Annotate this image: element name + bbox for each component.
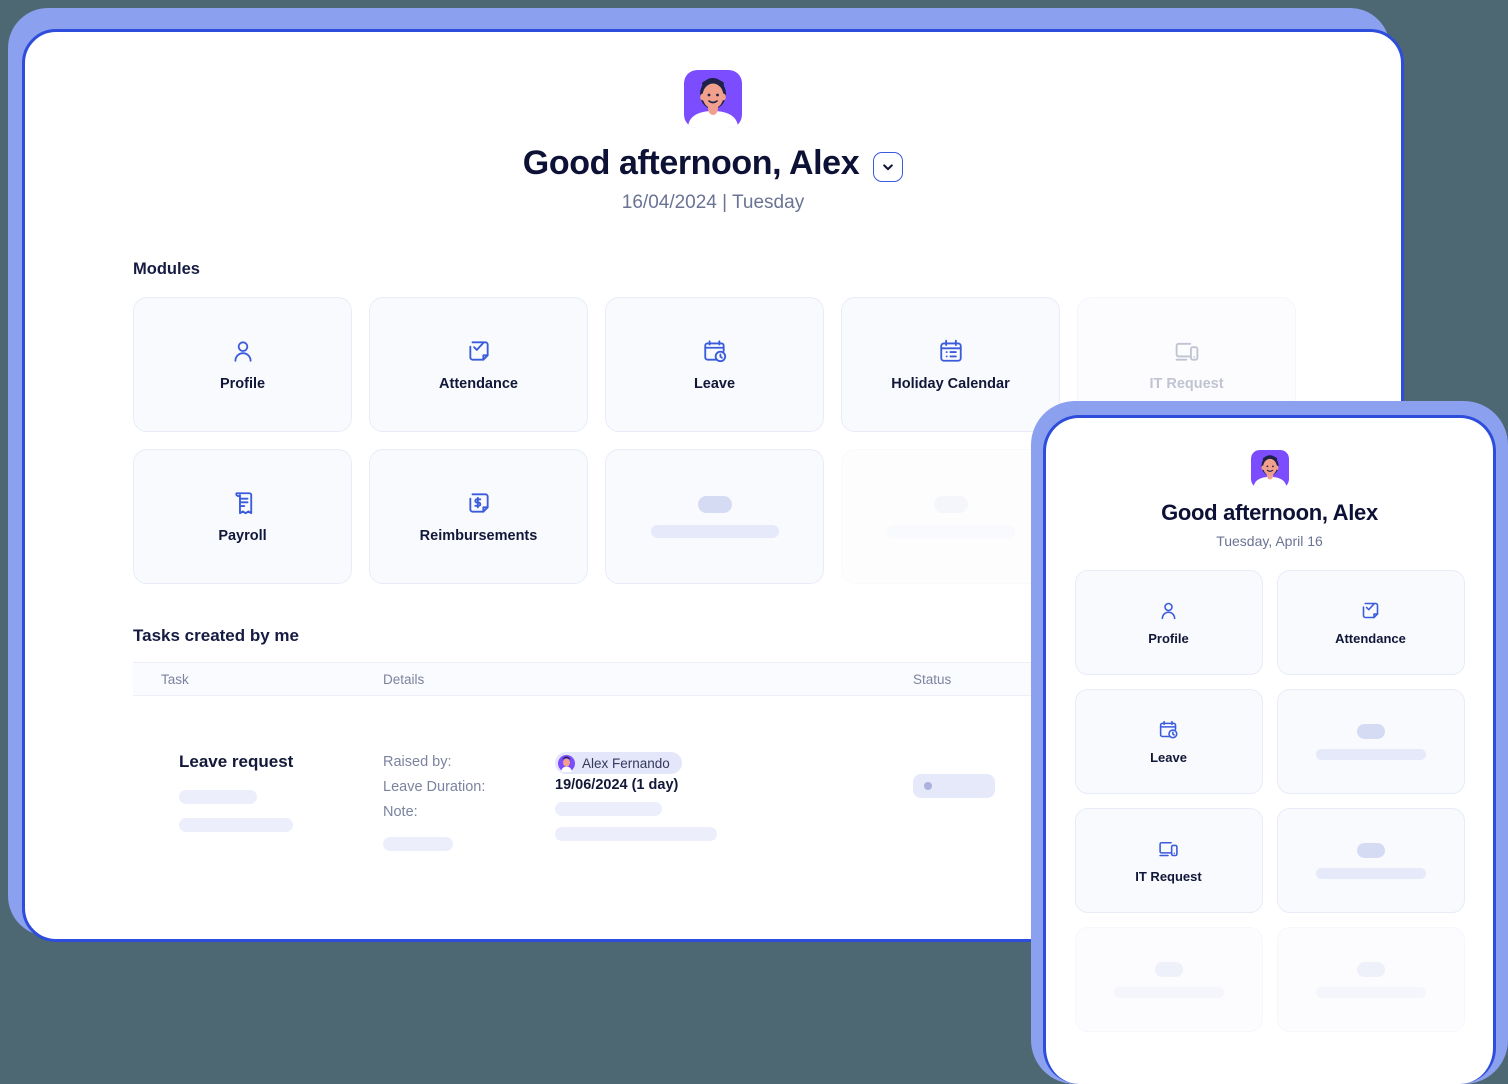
skeleton-label-placeholder [1315,748,1426,760]
module-label: IT Request [1149,375,1224,392]
chevron-down-icon [881,160,895,174]
task-title: Leave request [179,752,294,771]
receipt-dollar-icon [466,490,492,516]
header-date: 16/04/2024 | Tuesday [621,192,805,213]
module-label: Profile [1148,630,1189,646]
module-card-profile[interactable]: Profile [133,297,352,432]
status-dot-icon [924,782,932,790]
skeleton-label-placeholder [650,524,779,538]
check-document-icon [466,338,492,364]
skeleton-line [555,827,717,841]
detail-key-note: Note: [383,804,418,820]
mobile-dashboard-panel: Good afternoon, Alex Tuesday, April 16 P… [1043,415,1496,1084]
module-card-skeleton [605,449,824,584]
devices-icon [1174,338,1200,364]
leave-duration-value: 19/06/2024 (1 day) [555,777,679,793]
dashboard-header: Good afternoon, Alex 16/04/2024 | Tuesda… [25,32,1401,214]
module-card-attendance[interactable]: Attendance [369,297,588,432]
person-icon [230,338,256,364]
calendar-list-icon [938,338,964,364]
mobile-module-card-leave[interactable]: Leave [1074,689,1263,794]
module-card-skeleton-faded [841,449,1060,584]
details-cell: Raised by: Leave Duration: Note: Alex Fe… [383,752,913,852]
skeleton-icon-placeholder [697,495,732,513]
skeleton-label-placeholder [1315,986,1426,998]
mobile-module-card-skeleton [1276,808,1465,913]
calendar-clock-icon [1158,719,1179,740]
skeleton-line [179,790,257,804]
skeleton-line [179,818,293,832]
column-header-task: Task [161,671,189,687]
skeleton-line [383,837,453,851]
task-cell: Leave request [133,752,383,852]
mobile-module-card-skeleton-faded [1276,927,1465,1032]
devices-icon [1158,838,1179,859]
detail-key-leave-duration: Leave Duration: [383,779,486,795]
avatar [558,754,575,772]
skeleton-label-placeholder [1113,986,1224,998]
mobile-module-card-attendance[interactable]: Attendance [1276,570,1465,675]
user-avatar-illustration [684,70,742,128]
module-label: Attendance [1335,630,1406,646]
page-title: Good afternoon, Alex [522,144,860,182]
module-card-reimbursements[interactable]: Reimbursements [369,449,588,584]
skeleton-line [555,802,662,816]
module-label: Leave [693,375,736,392]
module-label: Leave [1150,749,1187,765]
mobile-module-card-profile[interactable]: Profile [1074,570,1263,675]
check-document-icon [1360,600,1381,621]
skeleton-icon-placeholder [1154,961,1183,977]
raised-by-chip[interactable]: Alex Fernando [555,752,682,774]
skeleton-label-placeholder [886,524,1015,538]
status-badge [913,774,995,798]
skeleton-icon-placeholder [1356,842,1385,858]
skeleton-icon-placeholder [933,495,968,513]
column-header-details: Details [383,671,425,687]
module-card-leave[interactable]: Leave [605,297,824,432]
module-card-payroll[interactable]: Payroll [133,449,352,584]
module-label: Holiday Calendar [891,375,1010,392]
skeleton-label-placeholder [1315,867,1426,879]
mobile-module-card-it-request[interactable]: IT Request [1074,808,1263,913]
calendar-clock-icon [702,338,728,364]
module-label: Payroll [218,527,267,544]
raised-by-name: Alex Fernando [582,755,670,771]
person-icon [1158,600,1179,621]
skeleton-icon-placeholder [1356,961,1385,977]
skeleton-icon-placeholder [1356,723,1385,739]
mobile-module-card-skeleton [1276,689,1465,794]
module-label: Reimbursements [419,527,538,544]
mobile-page-title: Good afternoon, Alex [1161,500,1378,525]
mobile-module-card-skeleton-faded [1074,927,1263,1032]
modules-section-label: Modules [133,260,200,278]
payslip-icon [230,490,256,516]
module-card-holiday-calendar[interactable]: Holiday Calendar [841,297,1060,432]
mobile-header-date: Tuesday, April 16 [1216,533,1323,549]
module-label: Attendance [439,375,518,392]
mobile-header: Good afternoon, Alex Tuesday, April 16 [1046,418,1493,549]
mobile-modules-grid: Profile Attendance Leave IT Request [1074,570,1465,1032]
greeting-dropdown-button[interactable] [873,151,904,182]
module-label: IT Request [1135,868,1202,884]
user-avatar-illustration [1250,450,1289,488]
module-label: Profile [219,375,266,392]
greeting-row: Good afternoon, Alex [25,144,1401,183]
detail-key-raised-by: Raised by: [383,754,452,770]
